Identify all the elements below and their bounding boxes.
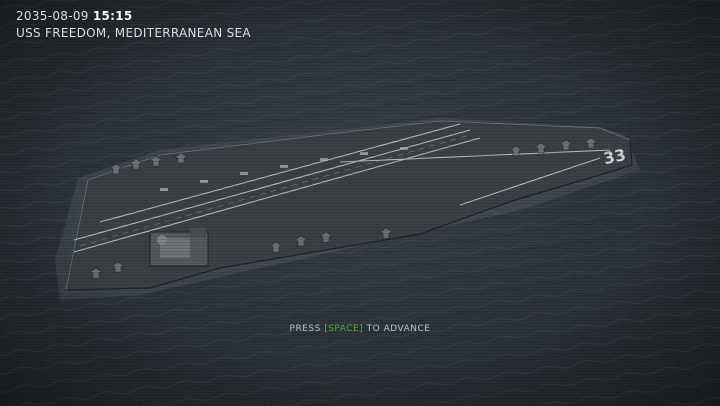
ocean-and-carrier: 33: [0, 0, 720, 406]
hud-datetime: 2035-08-09 15:15: [16, 9, 133, 23]
prompt-text-after: TO ADVANCE: [363, 324, 431, 334]
prompt-text-before: PRESS: [289, 324, 325, 334]
space-key-hint[interactable]: [SPACE]: [324, 324, 363, 334]
hud-date: 2035-08-09: [16, 9, 89, 23]
hud-time: 15:15: [92, 9, 133, 23]
carrier-island: [149, 228, 209, 267]
hud-location: USS FREEDOM, MEDITERRANEAN SEA: [16, 26, 251, 40]
advance-prompt: PRESS [SPACE] TO ADVANCE: [0, 324, 720, 334]
cutscene-view[interactable]: 33 2035-08-09 15:15 USS FREEDOM, MEDITER…: [0, 0, 720, 406]
